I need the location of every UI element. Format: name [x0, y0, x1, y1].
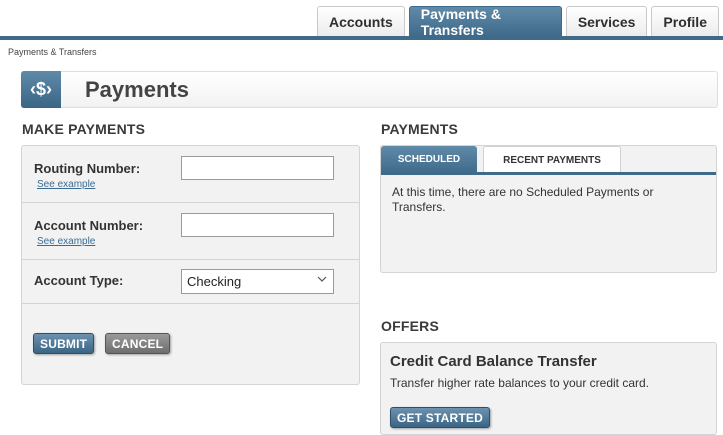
payments-tab-underline: [381, 172, 716, 175]
account-number-label: Account Number:: [34, 218, 144, 233]
get-started-button[interactable]: GET STARTED: [390, 407, 490, 428]
tab-scheduled[interactable]: SCHEDULED: [381, 146, 477, 173]
page-title: Payments: [85, 76, 189, 102]
tab-accounts[interactable]: Accounts: [317, 6, 405, 36]
payments-dollar-icon: ‹$›: [21, 71, 61, 108]
make-payments-form: Routing Number: See example Account Numb…: [21, 145, 360, 385]
chevron-down-icon: [317, 276, 327, 282]
tab-services[interactable]: Services: [565, 6, 648, 36]
page-header: ‹$› Payments: [21, 71, 718, 108]
payments-heading: PAYMENTS: [381, 121, 459, 137]
make-payments-heading: MAKE PAYMENTS: [22, 121, 146, 137]
scheduled-payments-message: At this time, there are no Scheduled Pay…: [392, 185, 654, 214]
breadcrumb: Payments & Transfers: [8, 47, 97, 57]
tab-payments-transfers[interactable]: Payments & Transfers: [408, 6, 562, 38]
offers-heading: OFFERS: [381, 318, 439, 334]
tab-profile[interactable]: Profile: [651, 6, 719, 36]
submit-button[interactable]: SUBMIT: [33, 333, 95, 354]
main-nav: Accounts Payments & Transfers Services P…: [317, 6, 723, 38]
tab-recent-payments[interactable]: RECENT PAYMENTS: [483, 146, 621, 173]
routing-number-label: Routing Number:: [34, 161, 141, 176]
account-type-label: Account Type:: [34, 273, 124, 288]
payments-panel: SCHEDULED RECENT PAYMENTS At this time, …: [380, 145, 717, 273]
account-number-input[interactable]: [181, 213, 334, 237]
nav-underline: [0, 36, 723, 40]
routing-number-input[interactable]: [181, 156, 334, 180]
cancel-button[interactable]: CANCEL: [105, 333, 171, 354]
account-number-row: Account Number: See example: [22, 203, 359, 260]
offer-card: Credit Card Balance Transfer Transfer hi…: [380, 342, 717, 435]
offer-title: Credit Card Balance Transfer: [390, 353, 597, 370]
routing-number-row: Routing Number: See example: [22, 146, 359, 203]
account-type-row: Account Type: Checking: [22, 260, 359, 304]
account-type-select[interactable]: Checking: [181, 269, 334, 294]
account-type-value: Checking: [187, 274, 242, 289]
account-see-example-link[interactable]: See example: [37, 236, 95, 247]
routing-see-example-link[interactable]: See example: [37, 179, 95, 190]
offer-description: Transfer higher rate balances to your cr…: [390, 376, 650, 390]
